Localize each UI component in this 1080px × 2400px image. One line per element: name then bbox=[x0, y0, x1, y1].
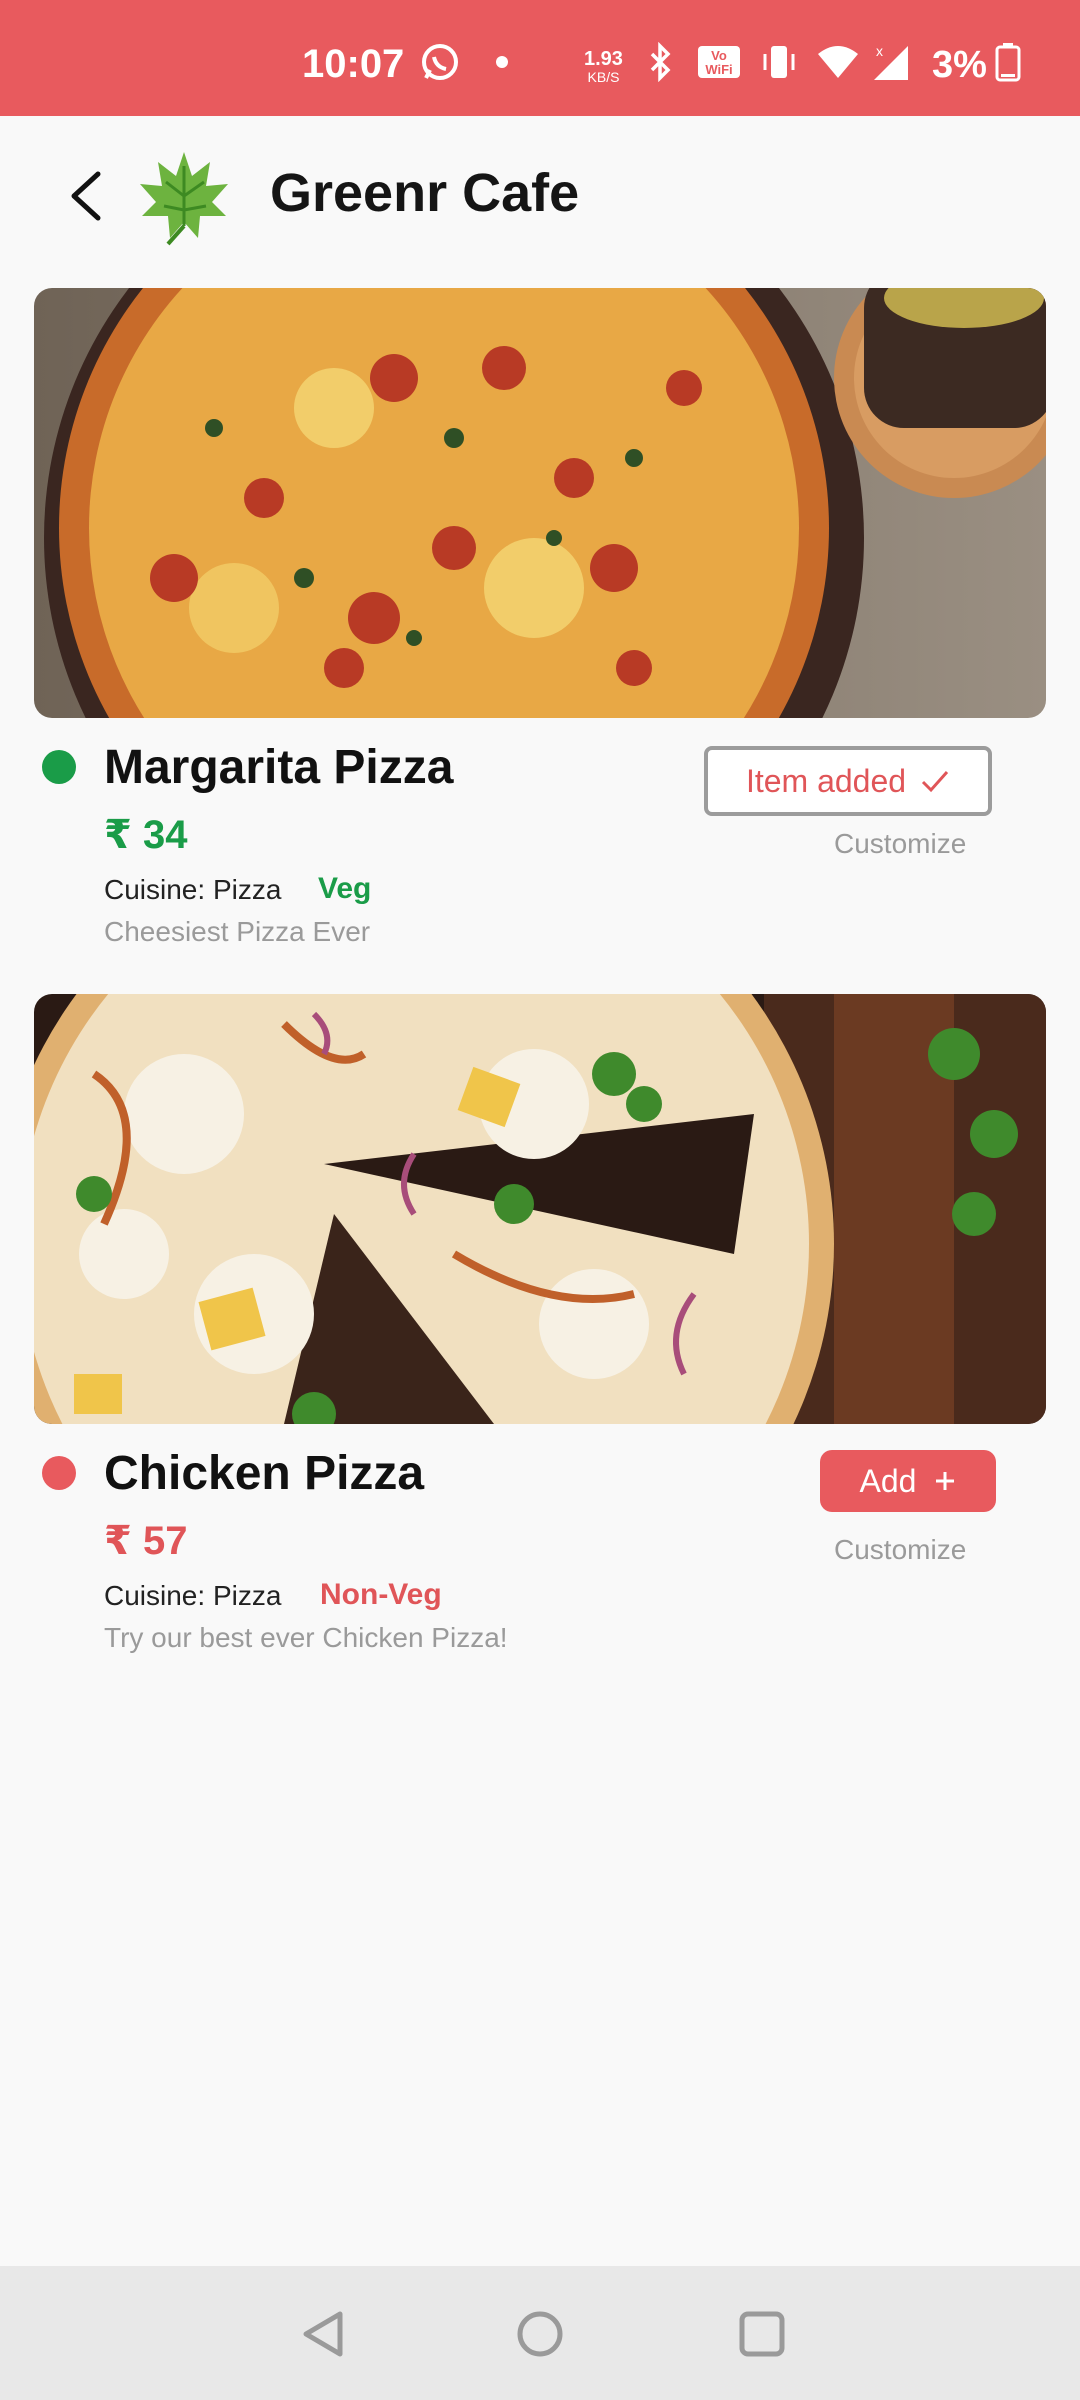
signal-icon: x bbox=[870, 42, 914, 82]
item-description: Cheesiest Pizza Ever bbox=[104, 916, 371, 947]
status-time: 10:07 bbox=[302, 42, 405, 86]
nav-back-button[interactable] bbox=[296, 2306, 352, 2362]
item-cuisine: Cuisine: Pizza bbox=[104, 1580, 282, 1611]
svg-text:Vo: Vo bbox=[711, 48, 727, 63]
chicken-pizza-image bbox=[34, 994, 1046, 1424]
margarita-pizza-image bbox=[34, 288, 1046, 718]
veg-indicator bbox=[42, 750, 76, 784]
app-header: Greenr Cafe bbox=[0, 116, 1080, 276]
back-button[interactable] bbox=[60, 166, 120, 226]
plus-icon bbox=[936, 1472, 955, 1490]
item-added-button[interactable]: Item added bbox=[704, 746, 992, 816]
customize-link[interactable]: Customize bbox=[834, 1534, 966, 1566]
add-label: Add bbox=[859, 1462, 917, 1499]
chevron-left-icon bbox=[71, 171, 101, 221]
checkmark-icon bbox=[921, 771, 949, 793]
item-price: ₹ 34 bbox=[104, 813, 188, 857]
wifi-icon bbox=[816, 42, 860, 82]
item-type-badge: Non-Veg bbox=[320, 1578, 442, 1611]
battery-percent: 3% bbox=[932, 44, 987, 86]
whatsapp-icon bbox=[420, 42, 460, 82]
menu-item-card: Chicken Pizza ₹ 57 Cuisine: Pizza Non-Ve… bbox=[34, 994, 1046, 1664]
status-bar: 10:07 1.93 KB/S Vo WiFi x 3% bbox=[0, 0, 1080, 116]
nav-home-button[interactable] bbox=[512, 2306, 568, 2362]
vibrate-icon bbox=[760, 42, 798, 82]
item-name: Chicken Pizza bbox=[104, 1447, 425, 1500]
item-type-badge: Veg bbox=[318, 872, 372, 905]
notification-dot-icon bbox=[496, 42, 508, 82]
item-description: Try our best ever Chicken Pizza! bbox=[104, 1622, 508, 1653]
nonveg-indicator bbox=[42, 1456, 76, 1490]
menu-item-card: Margarita Pizza ₹ 34 Cuisine: Pizza Veg … bbox=[34, 288, 1046, 958]
battery-icon bbox=[994, 42, 1022, 82]
item-cuisine: Cuisine: Pizza bbox=[104, 874, 282, 905]
leaf-logo bbox=[138, 146, 232, 246]
customize-link[interactable]: Customize bbox=[834, 828, 966, 860]
page-title: Greenr Cafe bbox=[270, 163, 580, 223]
square-recents-icon bbox=[739, 2311, 785, 2357]
triangle-back-icon bbox=[303, 2311, 343, 2357]
item-price: ₹ 57 bbox=[104, 1519, 188, 1563]
svg-text:WiFi: WiFi bbox=[705, 62, 732, 77]
network-speed: 1.93 KB/S bbox=[584, 48, 623, 86]
network-speed-value: 1.93 bbox=[584, 48, 623, 70]
add-button[interactable]: Add bbox=[820, 1450, 996, 1512]
bluetooth-icon bbox=[646, 42, 676, 82]
item-name: Margarita Pizza bbox=[104, 741, 454, 794]
network-speed-unit: KB/S bbox=[587, 69, 620, 85]
nav-recents-button[interactable] bbox=[734, 2306, 790, 2362]
volte-wifi-icon: Vo WiFi bbox=[696, 42, 742, 82]
circle-home-icon bbox=[517, 2311, 563, 2357]
system-nav-bar bbox=[0, 2266, 1080, 2400]
svg-text:x: x bbox=[876, 43, 883, 59]
item-added-label: Item added bbox=[745, 762, 907, 799]
